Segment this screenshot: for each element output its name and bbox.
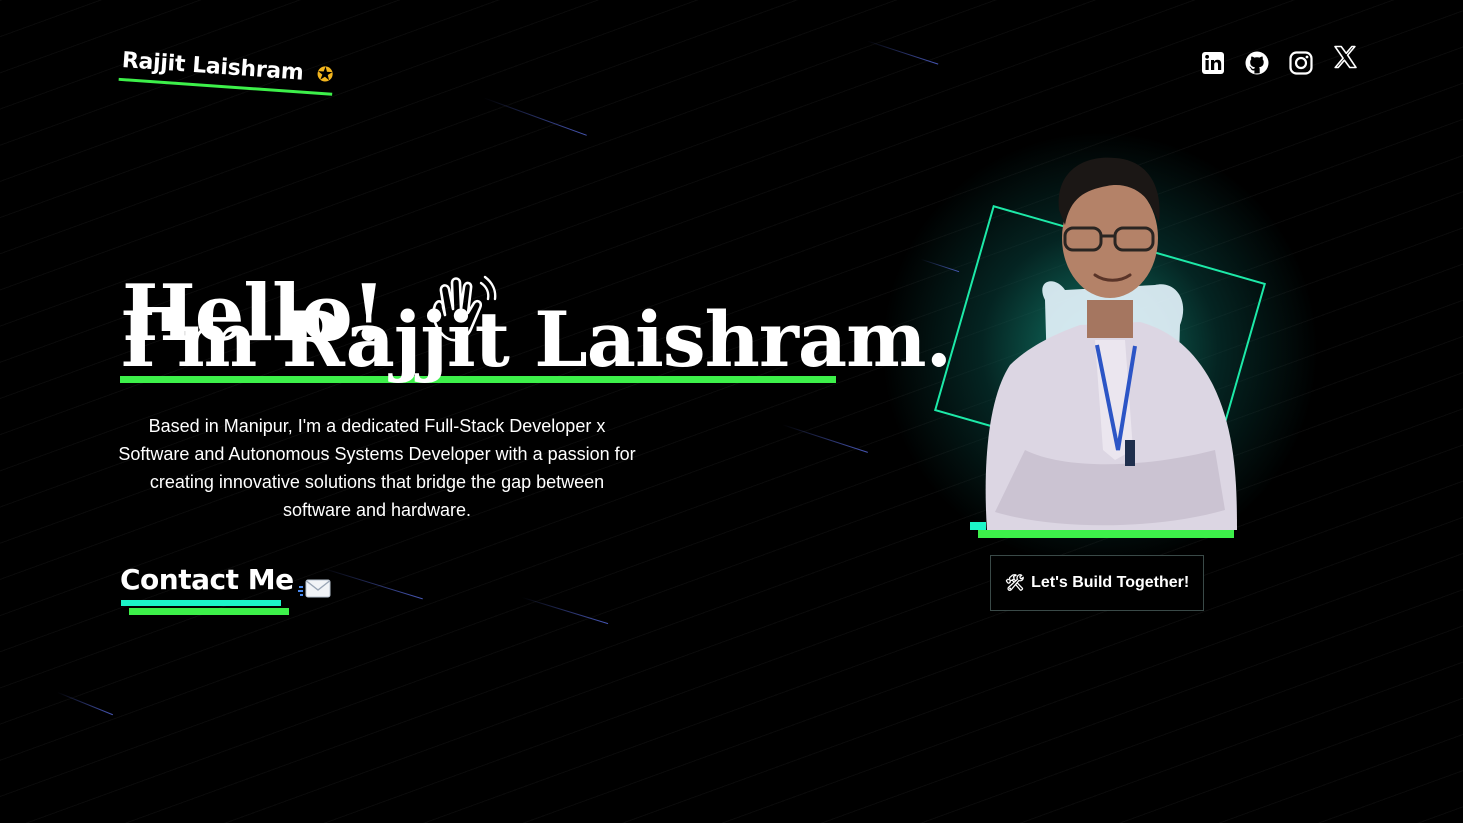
photo-accent-small (970, 522, 986, 530)
lets-build-together-button[interactable]: 🛠 Let's Build Together! (990, 555, 1204, 611)
instagram-icon[interactable] (1288, 50, 1314, 76)
tools-icon: 🛠 (1004, 575, 1026, 592)
x-twitter-icon[interactable] (1332, 44, 1358, 70)
contact-underline-green (129, 608, 289, 615)
hero-bio: Based in Manipur, I'm a dedicated Full-S… (118, 416, 636, 520)
contact-underline-teal (121, 600, 281, 606)
shooting-star-icon: ✪ (315, 61, 335, 87)
github-icon[interactable] (1244, 50, 1270, 76)
social-links (1200, 45, 1358, 76)
contact-me-button[interactable]: Contact Me (120, 563, 331, 615)
hero-name: I'm Rajjit Laishram. (120, 295, 952, 384)
envelope-icon (298, 577, 332, 603)
cta-label: Let's Build Together! (1031, 574, 1190, 591)
photo-accent-bar (978, 530, 1234, 538)
linkedin-icon[interactable] (1200, 50, 1226, 76)
profile-photo (985, 157, 1237, 530)
contact-me-label: Contact Me (120, 563, 294, 596)
